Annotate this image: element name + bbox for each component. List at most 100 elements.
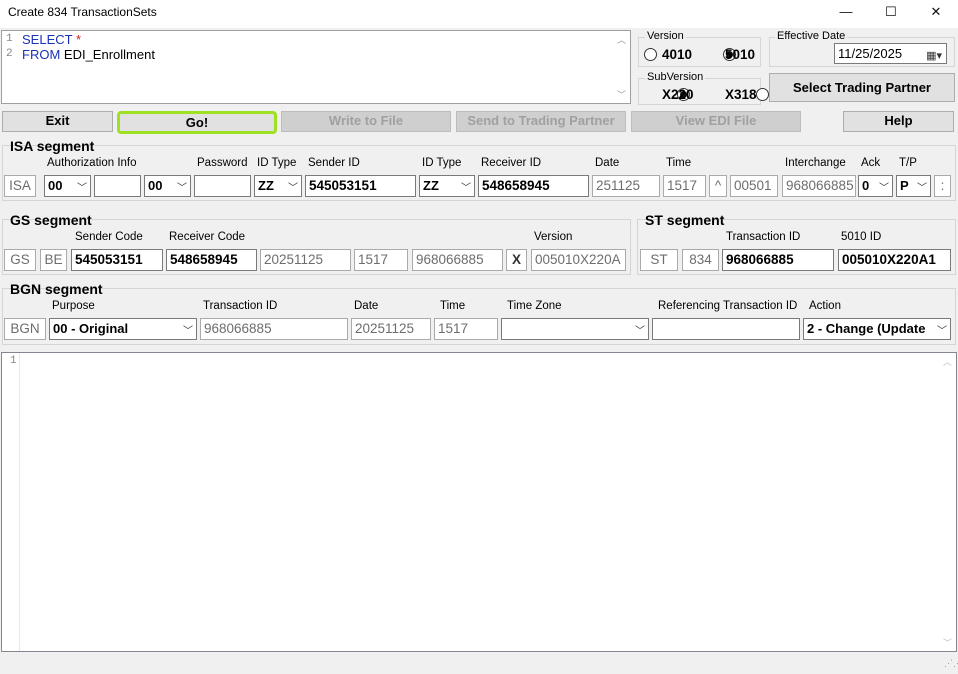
referencing-transaction-id-label: Referencing Transaction ID <box>658 300 798 312</box>
scroll-down-icon[interactable]: ﹀ <box>940 636 955 649</box>
action-label: Action <box>809 300 841 312</box>
isa-segment-id: ISA <box>4 175 36 197</box>
purpose-label: Purpose <box>52 300 95 312</box>
functional-id-field: BE <box>40 249 67 271</box>
version-5010-label[interactable]: 5010 <box>725 47 755 62</box>
effective-date-picker[interactable]: 11/25/2025 ▦▾ <box>834 43 947 64</box>
receiver-id-label: Receiver ID <box>481 157 542 169</box>
editor-scrollbar[interactable]: ︿ ﹀ <box>614 32 629 102</box>
close-button[interactable]: ✕ <box>913 0 958 26</box>
sql-keyword-select: SELECT <box>22 32 73 47</box>
isa-date-field: 251125 <box>592 175 660 197</box>
receiver-id-input[interactable]: 548658945 <box>478 175 589 197</box>
bgn-transaction-id-label: Transaction ID <box>203 300 278 312</box>
status-bar <box>0 655 958 674</box>
effective-date-value: 11/25/2025 <box>838 46 903 61</box>
interchange-label: Interchange <box>785 157 846 169</box>
st-code-field: 834 <box>682 249 719 271</box>
window-title: Create 834 TransactionSets <box>8 5 157 19</box>
password-qualifier-select[interactable]: 00 ﹀ <box>144 175 191 197</box>
purpose-select[interactable]: 00 - Original ﹀ <box>49 318 197 340</box>
minimize-button[interactable]: — <box>823 0 869 26</box>
auth-info-label: Authorization Info <box>47 157 137 169</box>
repetition-separator-field: ^ <box>709 175 727 197</box>
st-transaction-id-label: Transaction ID <box>726 231 801 243</box>
password-label: Password <box>197 157 248 169</box>
gs-segment-id: GS <box>4 249 36 271</box>
gs-sender-code-input[interactable]: 545053151 <box>71 249 163 271</box>
scroll-down-icon[interactable]: ﹀ <box>614 88 629 101</box>
auth-qualifier-select[interactable]: 00 ﹀ <box>44 175 91 197</box>
chevron-down-icon: ﹀ <box>461 183 471 194</box>
password-input[interactable] <box>194 175 251 197</box>
gs-version-label: Version <box>534 231 573 243</box>
send-to-trading-partner-button[interactable]: Send to Trading Partner <box>456 111 626 132</box>
tp-label: T/P <box>899 157 917 169</box>
password-qualifier-value: 00 <box>148 178 163 193</box>
st-segment-title: ST segment <box>645 212 725 228</box>
st-transaction-id-input[interactable]: 968066885 <box>722 249 834 271</box>
sender-id-input[interactable]: 545053151 <box>305 175 416 197</box>
action-select[interactable]: 2 - Change (Update ﹀ <box>803 318 951 340</box>
resize-grip-icon[interactable]: ⋰⋰ <box>944 659 958 672</box>
maximize-button[interactable]: ☐ <box>868 0 914 26</box>
sql-editor[interactable]: 1 SELECT * 2 FROM EDI_Enrollment ︿ ﹀ <box>1 30 631 104</box>
gs-date-field: 20251125 <box>260 249 351 271</box>
edi-output-editor[interactable]: 1 ︿ ﹀ <box>1 352 957 652</box>
action-value: 2 - Change (Update <box>807 321 926 336</box>
isa-segment-title: ISA segment <box>10 138 95 154</box>
subversion-x318-radio[interactable] <box>756 88 770 101</box>
write-to-file-button[interactable]: Write to File <box>281 111 451 132</box>
chevron-down-icon: ﹀ <box>183 326 193 337</box>
line-number: 1 <box>10 355 17 367</box>
auth-info-input[interactable] <box>94 175 141 197</box>
subversion-x318-label[interactable]: X318 <box>725 87 757 102</box>
time-zone-select[interactable]: ﹀ <box>501 318 649 340</box>
go-button[interactable]: Go! <box>117 111 277 134</box>
receiver-id-type-select[interactable]: ZZ ﹀ <box>419 175 475 197</box>
output-scrollbar[interactable]: ︿ ﹀ <box>940 354 955 650</box>
ack-label: Ack <box>861 157 881 169</box>
version-4010-label[interactable]: 4010 <box>662 47 692 62</box>
gs-time-field: 1517 <box>354 249 408 271</box>
chevron-down-icon: ﹀ <box>635 326 645 337</box>
ack-select[interactable]: 0 ﹀ <box>858 175 893 197</box>
sender-id-type-select[interactable]: ZZ ﹀ <box>254 175 302 197</box>
gs-version-field: 005010X220A <box>531 249 626 271</box>
chevron-down-icon: ﹀ <box>937 326 947 337</box>
version-4010-radio[interactable] <box>644 48 657 61</box>
sender-id-type-value: ZZ <box>258 178 274 193</box>
referencing-transaction-id-input[interactable] <box>652 318 800 340</box>
subversion-x220-label[interactable]: X220 <box>662 87 694 102</box>
line-number: 1 <box>6 33 13 45</box>
sql-keyword-from: FROM <box>22 47 61 62</box>
chevron-down-icon: ﹀ <box>879 183 889 194</box>
component-separator-field: : <box>934 175 951 197</box>
scroll-up-icon[interactable]: ︿ <box>940 355 955 368</box>
bgn-time-label: Time <box>440 300 466 312</box>
exit-button[interactable]: Exit <box>2 111 113 132</box>
chevron-down-icon: ﹀ <box>288 183 298 194</box>
isa-time-field: 1517 <box>663 175 706 197</box>
chevron-down-icon: ﹀ <box>177 183 187 194</box>
tp-value: P <box>900 178 909 193</box>
interchange-control-field: 968066885 <box>782 175 856 197</box>
receiver-id-type-value: ZZ <box>423 178 439 193</box>
help-button[interactable]: Help <box>843 111 954 132</box>
time-zone-label: Time Zone <box>507 300 562 312</box>
select-trading-partner-button[interactable]: Select Trading Partner <box>769 73 955 102</box>
subversion-label: SubVersion <box>645 71 706 83</box>
tp-select[interactable]: P ﹀ <box>896 175 931 197</box>
sender-code-label: Sender Code <box>75 231 143 243</box>
id-5010-input[interactable]: 005010X220A1 <box>838 249 951 271</box>
isa-version-field: 00501 <box>730 175 778 197</box>
gs-receiver-code-input[interactable]: 548658945 <box>166 249 257 271</box>
bgn-date-field: 20251125 <box>351 318 431 340</box>
scroll-up-icon[interactable]: ︿ <box>614 33 629 46</box>
id-5010-label: 5010 ID <box>841 231 882 243</box>
bgn-time-field: 1517 <box>434 318 498 340</box>
auth-qualifier-value: 00 <box>48 178 63 193</box>
bgn-segment-title: BGN segment <box>10 281 103 297</box>
view-edi-file-button[interactable]: View EDI File <box>631 111 801 132</box>
calendar-icon[interactable]: ▦▾ <box>926 46 942 63</box>
